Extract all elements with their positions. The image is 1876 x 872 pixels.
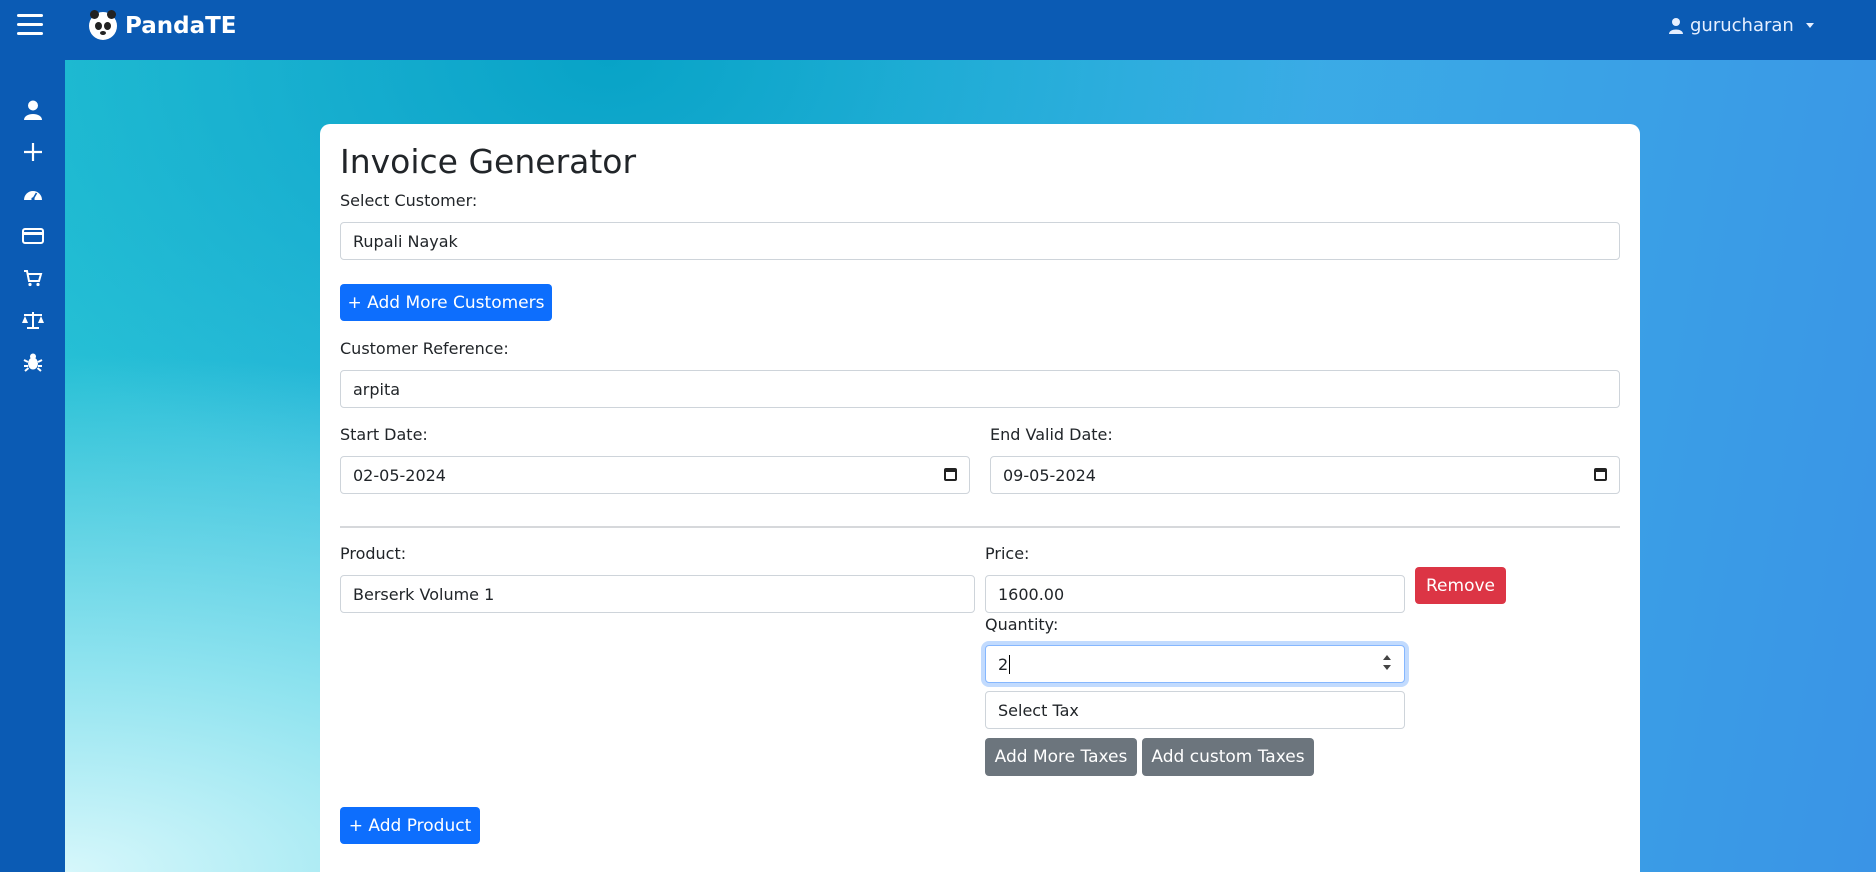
brand[interactable]: PandaTE xyxy=(89,10,237,40)
add-product-button[interactable]: + Add Product xyxy=(340,807,480,844)
hamburger-menu-icon[interactable] xyxy=(17,14,43,38)
scale-icon xyxy=(22,312,44,329)
price-input[interactable]: 1600.00 xyxy=(985,575,1405,613)
tax-select[interactable]: Select Tax xyxy=(985,691,1405,729)
add-customers-button[interactable]: + Add More Customers xyxy=(340,284,552,321)
end-date-input[interactable]: 09-05-2024 xyxy=(990,456,1620,494)
price-value: 1600.00 xyxy=(998,584,1065,604)
customer-select[interactable]: Rupali Nayak xyxy=(340,222,1620,260)
sidebar xyxy=(0,60,65,872)
start-date-label: Start Date: xyxy=(340,425,428,444)
start-date-value: 02-05-2024 xyxy=(353,465,446,485)
add-custom-taxes-button[interactable]: Add custom Taxes xyxy=(1142,738,1314,776)
page-title: Invoice Generator xyxy=(340,142,637,181)
credit-card-icon xyxy=(22,228,44,244)
cart-icon xyxy=(24,270,43,287)
calendar-icon[interactable] xyxy=(1594,468,1607,481)
bug-icon xyxy=(23,353,43,372)
product-select[interactable]: Berserk Volume 1 xyxy=(340,575,975,613)
start-date-input[interactable]: 02-05-2024 xyxy=(340,456,970,494)
plus-icon xyxy=(24,143,42,161)
user-icon xyxy=(1669,18,1683,34)
sidebar-item-cart[interactable] xyxy=(17,262,49,294)
sidebar-item-payments[interactable] xyxy=(17,220,49,252)
user-dropdown[interactable]: gurucharan xyxy=(1668,15,1814,36)
quantity-value: 2 xyxy=(998,654,1009,674)
panda-logo-icon xyxy=(89,10,117,40)
top-navbar: PandaTE gurucharan xyxy=(0,0,1876,60)
user-icon xyxy=(24,100,42,120)
sidebar-item-users[interactable] xyxy=(17,94,49,126)
sidebar-item-add[interactable] xyxy=(17,136,49,168)
product-value: Berserk Volume 1 xyxy=(353,584,495,604)
quantity-label: Quantity: xyxy=(985,615,1059,634)
invoice-card: Invoice Generator Select Customer: Rupal… xyxy=(320,124,1640,872)
price-label: Price: xyxy=(985,544,1030,563)
chevron-down-icon xyxy=(1805,23,1814,28)
end-date-value: 09-05-2024 xyxy=(1003,465,1096,485)
section-divider xyxy=(340,526,1620,528)
sidebar-item-bugs[interactable] xyxy=(17,346,49,378)
reference-input[interactable]: arpita xyxy=(340,370,1620,408)
tax-placeholder: Select Tax xyxy=(998,700,1079,720)
reference-value: arpita xyxy=(353,379,401,399)
remove-button[interactable]: Remove xyxy=(1415,567,1506,604)
reference-label: Customer Reference: xyxy=(340,339,509,358)
customer-value: Rupali Nayak xyxy=(353,231,458,251)
customer-label: Select Customer: xyxy=(340,191,478,210)
brand-name: PandaTE xyxy=(125,13,237,39)
quantity-stepper[interactable]: 2 xyxy=(985,645,1405,683)
end-date-label: End Valid Date: xyxy=(990,425,1113,444)
add-taxes-button[interactable]: Add More Taxes xyxy=(985,738,1137,776)
product-label: Product: xyxy=(340,544,407,563)
calendar-icon[interactable] xyxy=(944,468,957,481)
text-cursor xyxy=(1009,654,1011,674)
spinner-icon[interactable] xyxy=(1382,653,1392,675)
sidebar-item-legal[interactable] xyxy=(17,304,49,336)
username: gurucharan xyxy=(1690,15,1794,36)
dashboard-icon xyxy=(24,191,42,201)
sidebar-item-dashboard[interactable] xyxy=(17,178,49,210)
